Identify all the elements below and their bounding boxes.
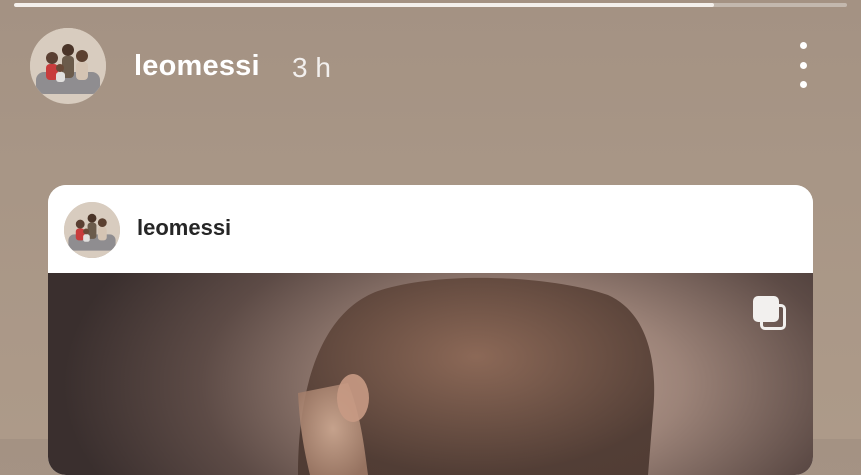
carousel-icon bbox=[753, 296, 789, 332]
story-username[interactable]: leomessi bbox=[134, 50, 260, 83]
dot-icon bbox=[799, 81, 807, 88]
post-image[interactable] bbox=[48, 273, 813, 475]
dot-icon bbox=[799, 42, 807, 49]
post-header: leomessi bbox=[48, 185, 813, 273]
story-timestamp: 3 h bbox=[292, 52, 331, 83]
shared-post-card[interactable]: leomessi bbox=[48, 185, 813, 475]
profile-photo-icon bbox=[30, 28, 106, 104]
story-progress-fill bbox=[14, 3, 714, 7]
story-header: leomessi 3 h bbox=[30, 28, 831, 108]
dot-icon bbox=[799, 61, 807, 69]
profile-photo-icon bbox=[64, 202, 120, 258]
post-photo bbox=[298, 277, 655, 475]
story-progress-bar bbox=[14, 3, 847, 7]
post-username[interactable]: leomessi bbox=[137, 215, 231, 241]
post-avatar[interactable] bbox=[64, 202, 120, 258]
avatar[interactable] bbox=[30, 28, 106, 104]
more-options-button[interactable] bbox=[793, 42, 813, 88]
